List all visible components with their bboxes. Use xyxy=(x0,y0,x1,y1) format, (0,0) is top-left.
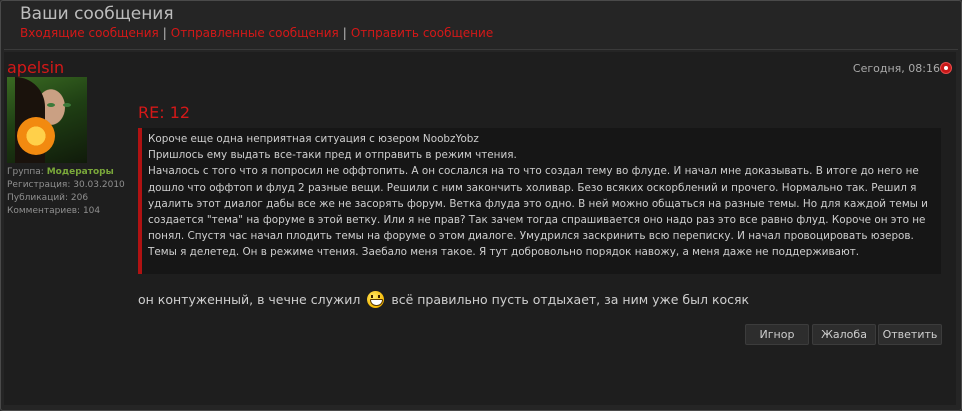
quote-line: Короче еще одна неприятная ситуация с юз… xyxy=(148,133,479,145)
tab-inbox[interactable]: Входящие сообщения xyxy=(20,26,159,40)
message-text-before: он контуженный, в чечне служил xyxy=(138,292,361,307)
complaint-button[interactable]: Жалоба xyxy=(812,324,876,345)
quote-line: Пришлось ему выдать все-таки пред и отпр… xyxy=(148,149,517,162)
message-tabs: Входящие сообщения | Отправленные сообщени… xyxy=(20,26,493,40)
date-icon[interactable] xyxy=(940,62,952,74)
user-registration: Регистрация: 30.03.2010 xyxy=(7,180,125,190)
user-group-value: Модераторы xyxy=(46,167,114,177)
reply-button[interactable]: Ответить xyxy=(878,324,942,345)
post-date: Сегодня, 08:16 xyxy=(852,62,940,75)
page-title: Ваши сообщения xyxy=(20,4,174,24)
ignore-button[interactable]: Игнор xyxy=(745,324,809,345)
quote-line: Началось с того что я попросил не оффтоп… xyxy=(148,165,928,259)
message-text: он контуженный, в чечне служил всё прави… xyxy=(138,291,750,309)
message-subject: RE: 12 xyxy=(138,103,191,122)
avatar-eye xyxy=(47,103,55,107)
avatar-eye xyxy=(63,103,71,107)
user-comments: Комментариев: 104 xyxy=(7,206,101,216)
author-name[interactable]: apelsin xyxy=(7,58,64,77)
user-group-label: Группа: xyxy=(7,167,44,177)
smiley-icon xyxy=(367,291,385,308)
message-post: apelsin Сегодня, 08:16 Группа: Модератор… xyxy=(4,52,956,405)
user-group: Группа: Модераторы xyxy=(7,166,125,179)
user-info: Группа: Модераторы Регистрация: 30.03.20… xyxy=(7,166,125,218)
tab-separator: | xyxy=(162,26,167,40)
user-posts: Публикаций: 206 xyxy=(7,193,89,203)
message-text-after: всё правильно пусть отдыхает, за ним уже… xyxy=(391,292,750,307)
header-divider xyxy=(4,49,958,50)
tab-send-message[interactable]: Отправить сообщение xyxy=(351,26,493,40)
tab-sent[interactable]: Отправленные сообщения xyxy=(171,26,339,40)
quote-block: Короче еще одна неприятная ситуация с юз… xyxy=(138,128,941,274)
tab-separator: | xyxy=(342,26,347,40)
avatar[interactable] xyxy=(7,77,87,163)
avatar-orange xyxy=(17,117,55,155)
